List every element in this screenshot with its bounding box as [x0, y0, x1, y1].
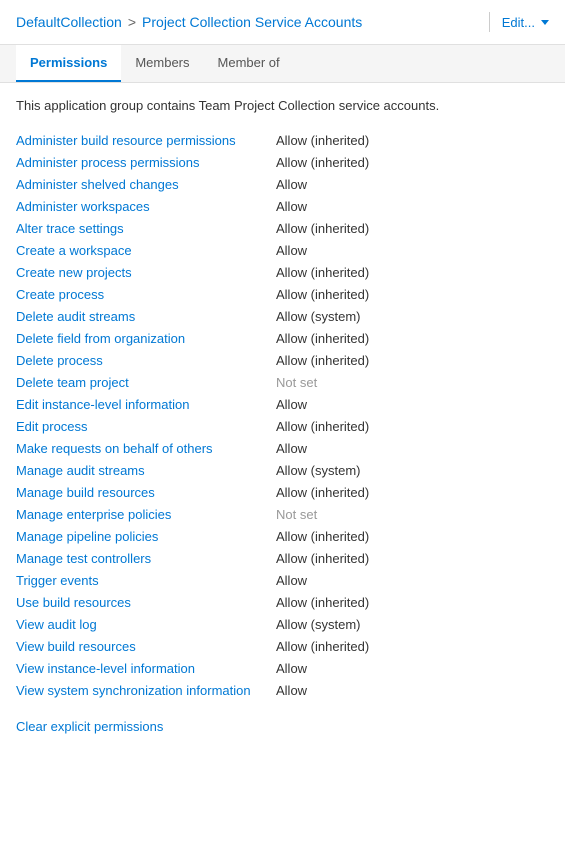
permission-name[interactable]: Edit process [16, 419, 276, 434]
permission-value: Allow (inherited) [276, 287, 549, 302]
permission-name[interactable]: Create new projects [16, 265, 276, 280]
chevron-down-icon [541, 20, 549, 25]
tab-permissions[interactable]: Permissions [16, 45, 121, 82]
breadcrumb: DefaultCollection > Project Collection S… [16, 14, 477, 30]
table-row: Make requests on behalf of othersAllow [16, 437, 549, 459]
clear-permissions-link[interactable]: Clear explicit permissions [16, 719, 163, 734]
tab-members[interactable]: Members [121, 45, 203, 82]
table-row: Manage audit streamsAllow (system) [16, 459, 549, 481]
permission-value: Allow [276, 573, 549, 588]
permission-value: Allow (inherited) [276, 595, 549, 610]
permission-name[interactable]: Administer process permissions [16, 155, 276, 170]
table-row: Create processAllow (inherited) [16, 283, 549, 305]
table-row: Delete team projectNot set [16, 371, 549, 393]
tab-member-of[interactable]: Member of [204, 45, 294, 82]
permission-value: Allow [276, 683, 549, 698]
permission-name[interactable]: Alter trace settings [16, 221, 276, 236]
table-row: View instance-level informationAllow [16, 657, 549, 679]
table-row: Delete processAllow (inherited) [16, 349, 549, 371]
permission-name[interactable]: View system synchronization information [16, 683, 276, 698]
permission-name[interactable]: Use build resources [16, 595, 276, 610]
permission-value: Allow (inherited) [276, 639, 549, 654]
permission-value: Allow (inherited) [276, 221, 549, 236]
permission-value: Allow (inherited) [276, 155, 549, 170]
permission-value: Allow (inherited) [276, 485, 549, 500]
permission-value: Allow [276, 441, 549, 456]
header-divider [489, 12, 490, 32]
breadcrumb-current: Project Collection Service Accounts [142, 14, 362, 30]
table-row: Administer workspacesAllow [16, 195, 549, 217]
permission-value: Not set [276, 375, 549, 390]
permission-value: Allow [276, 661, 549, 676]
table-row: View build resourcesAllow (inherited) [16, 635, 549, 657]
permission-name[interactable]: Delete process [16, 353, 276, 368]
table-row: Manage pipeline policiesAllow (inherited… [16, 525, 549, 547]
table-row: Administer process permissionsAllow (inh… [16, 151, 549, 173]
permission-name[interactable]: Make requests on behalf of others [16, 441, 276, 456]
permission-value: Allow (system) [276, 463, 549, 478]
permission-name[interactable]: Administer workspaces [16, 199, 276, 214]
breadcrumb-separator: > [128, 14, 136, 30]
table-row: Trigger eventsAllow [16, 569, 549, 591]
permission-value: Allow (inherited) [276, 265, 549, 280]
table-row: Edit instance-level informationAllow [16, 393, 549, 415]
permission-name[interactable]: Administer build resource permissions [16, 133, 276, 148]
permission-value: Not set [276, 507, 549, 522]
permission-value: Allow [276, 397, 549, 412]
edit-button[interactable]: Edit... [502, 15, 549, 30]
permission-value: Allow [276, 177, 549, 192]
table-row: View audit logAllow (system) [16, 613, 549, 635]
table-row: Use build resourcesAllow (inherited) [16, 591, 549, 613]
permission-name[interactable]: Administer shelved changes [16, 177, 276, 192]
permission-value: Allow (inherited) [276, 551, 549, 566]
permission-name[interactable]: Trigger events [16, 573, 276, 588]
permission-value: Allow (inherited) [276, 331, 549, 346]
table-row: Create a workspaceAllow [16, 239, 549, 261]
permission-name[interactable]: Manage test controllers [16, 551, 276, 566]
permission-name[interactable]: Create process [16, 287, 276, 302]
table-row: Delete audit streamsAllow (system) [16, 305, 549, 327]
permission-value: Allow (inherited) [276, 529, 549, 544]
table-row: Manage enterprise policiesNot set [16, 503, 549, 525]
permission-value: Allow (system) [276, 309, 549, 324]
group-description: This application group contains Team Pro… [16, 97, 549, 115]
table-row: Alter trace settingsAllow (inherited) [16, 217, 549, 239]
permissions-table: Administer build resource permissionsAll… [16, 129, 549, 701]
permission-value: Allow [276, 199, 549, 214]
permission-value: Allow (inherited) [276, 419, 549, 434]
permission-name[interactable]: Delete field from organization [16, 331, 276, 346]
permission-value: Allow (inherited) [276, 133, 549, 148]
table-row: Manage test controllersAllow (inherited) [16, 547, 549, 569]
page-header: DefaultCollection > Project Collection S… [0, 0, 565, 45]
permission-name[interactable]: View instance-level information [16, 661, 276, 676]
tab-bar: Permissions Members Member of [0, 45, 565, 83]
permission-name[interactable]: Manage build resources [16, 485, 276, 500]
permission-value: Allow (system) [276, 617, 549, 632]
breadcrumb-parent[interactable]: DefaultCollection [16, 14, 122, 30]
permission-value: Allow (inherited) [276, 353, 549, 368]
table-row: Manage build resourcesAllow (inherited) [16, 481, 549, 503]
permission-name[interactable]: Manage enterprise policies [16, 507, 276, 522]
permission-name[interactable]: Manage audit streams [16, 463, 276, 478]
permission-name[interactable]: View audit log [16, 617, 276, 632]
table-row: Administer build resource permissionsAll… [16, 129, 549, 151]
table-row: Edit processAllow (inherited) [16, 415, 549, 437]
table-row: View system synchronization informationA… [16, 679, 549, 701]
content-area: This application group contains Team Pro… [0, 83, 565, 748]
permission-name[interactable]: Manage pipeline policies [16, 529, 276, 544]
permission-name[interactable]: Edit instance-level information [16, 397, 276, 412]
permission-name[interactable]: Create a workspace [16, 243, 276, 258]
permission-name[interactable]: Delete team project [16, 375, 276, 390]
permission-value: Allow [276, 243, 549, 258]
permission-name[interactable]: Delete audit streams [16, 309, 276, 324]
table-row: Delete field from organizationAllow (inh… [16, 327, 549, 349]
permission-name[interactable]: View build resources [16, 639, 276, 654]
table-row: Administer shelved changesAllow [16, 173, 549, 195]
table-row: Create new projectsAllow (inherited) [16, 261, 549, 283]
